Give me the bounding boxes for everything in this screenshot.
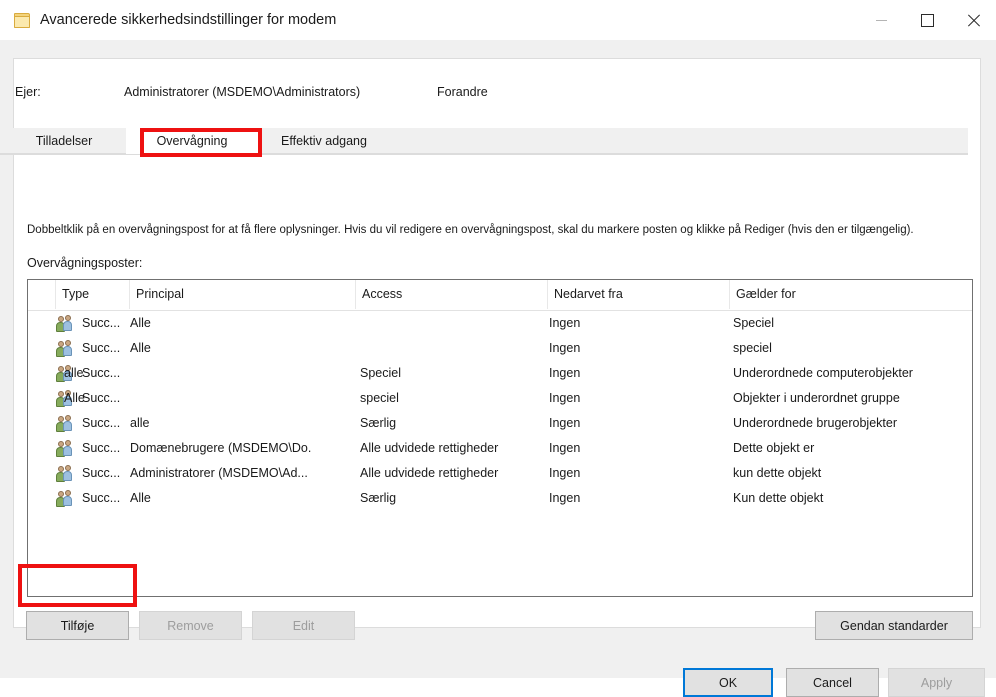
cell-inherited-from: Ingen <box>549 391 581 405</box>
window-body: Ejer: Administratorer (MSDEMO\Administra… <box>0 40 996 697</box>
cell-type: Succ... <box>82 316 121 330</box>
table-row[interactable]: Succ... alle Særlig Ingen Underordnede bruge… <box>28 411 972 436</box>
tab-effektiv-adgang[interactable]: Effektiv adgang <box>260 128 388 154</box>
table-row[interactable]: Succ... speciel Ingen Objekter i underordne… <box>28 386 972 411</box>
column-header-icon[interactable] <box>28 280 56 309</box>
owner-row: Ejer: Administratorer (MSDEMO\Administra… <box>0 80 996 110</box>
remove-button: Remove <box>139 611 242 640</box>
cell-access: Særlig <box>360 416 397 430</box>
tab-strip-underline <box>0 153 968 154</box>
cell-principal-overlay: alle <box>64 366 84 380</box>
cell-applies-to: Underordnede computerobjekter <box>733 366 913 380</box>
users-icon <box>56 315 78 332</box>
cell-type: Succ... <box>82 491 121 505</box>
table-header-row: Type Principal Access Nedarvet fra Gælde… <box>28 280 972 311</box>
apply-button: Apply <box>888 668 985 697</box>
cell-inherited-from: Ingen <box>549 441 581 455</box>
cell-inherited-from: Ingen <box>549 366 581 380</box>
users-icon <box>56 440 78 457</box>
add-button[interactable]: Tilføje <box>26 611 129 640</box>
cell-type: Succ... <box>82 441 121 455</box>
cell-principal: alle <box>130 416 150 430</box>
tab-tilladelser[interactable]: Tilladelser <box>6 128 122 154</box>
audit-entries-list[interactable]: Type Principal Access Nedarvet fra Gælde… <box>27 279 973 597</box>
close-button[interactable] <box>950 0 996 40</box>
window-title: Avancerede sikkerhedsindstillinger for m… <box>40 12 337 28</box>
users-icon <box>56 415 78 432</box>
column-header-type[interactable]: Type <box>56 280 130 309</box>
maximize-button[interactable] <box>904 0 950 40</box>
close-icon <box>967 14 980 27</box>
cell-principal-overlay: Alle <box>64 391 85 405</box>
table-row[interactable]: Succ... Alle Ingen Speciel <box>28 311 972 336</box>
cell-principal: Alle <box>130 341 151 355</box>
cell-type: Succ... <box>82 341 121 355</box>
maximize-icon <box>920 13 934 27</box>
cell-applies-to: Kun dette objekt <box>733 491 824 505</box>
column-header-applies-to[interactable]: Gælder for <box>730 280 972 309</box>
cell-inherited-from: Ingen <box>549 416 581 430</box>
window-controls <box>858 0 996 40</box>
cell-applies-to: Dette objekt er <box>733 441 815 455</box>
instruction-text: Dobbeltklik på en overvågningspost for a… <box>27 224 914 236</box>
table-row[interactable]: Succ... Alle Særlig Ingen Kun dette objekt <box>28 486 972 511</box>
cell-access: Alle udvidede rettigheder <box>360 466 499 480</box>
cell-type: Succ... <box>82 366 121 380</box>
column-header-principal[interactable]: Principal <box>130 280 356 309</box>
minimize-button[interactable] <box>858 0 904 40</box>
edit-button: Edit <box>252 611 355 640</box>
restore-defaults-button[interactable]: Gendan standarder <box>815 611 973 640</box>
cell-principal: Alle <box>130 491 151 505</box>
minimize-icon <box>875 19 887 21</box>
cell-applies-to: Objekter i underordnet gruppe <box>733 391 900 405</box>
cell-type: Succ... <box>82 416 121 430</box>
users-icon <box>56 490 78 507</box>
cell-access: Alle udvidede rettigheder <box>360 441 499 455</box>
table-row[interactable]: Succ... Speciel Ingen Underordnede computer… <box>28 361 972 386</box>
cell-type: Succ... <box>82 466 121 480</box>
cell-applies-to: kun dette objekt <box>733 466 822 480</box>
cell-principal: Domænebrugere (MSDEMO\Do. <box>130 441 312 455</box>
table-body: Succ... Alle Ingen Speciel Succ... Alle Ingen s… <box>28 311 972 511</box>
cell-access: Særlig <box>360 491 397 505</box>
list-caption: Overvågningsposter: <box>27 256 143 270</box>
title-bar: Avancerede sikkerhedsindstillinger for m… <box>0 0 996 41</box>
users-icon <box>56 340 78 357</box>
table-row[interactable]: Succ... Alle Ingen speciel <box>28 336 972 361</box>
owner-value: Administratorer (MSDEMO\Administrators) <box>124 85 361 99</box>
column-header-inherited[interactable]: Nedarvet fra <box>548 280 730 309</box>
ok-button[interactable]: OK <box>683 668 773 697</box>
cell-principal: Administratorer (MSDEMO\Ad... <box>130 466 308 480</box>
tab-strip: Tilladelser Overvågning Effektiv adgang <box>0 128 968 155</box>
cell-applies-to: Underordnede brugerobjekter <box>733 416 897 430</box>
column-header-access[interactable]: Access <box>356 280 548 309</box>
cell-applies-to: Speciel <box>733 316 774 330</box>
tab-overvaagning[interactable]: Overvågning <box>126 128 258 154</box>
cell-type: Succ... <box>82 391 121 405</box>
folder-icon <box>13 12 30 28</box>
owner-label: Ejer: <box>15 85 41 99</box>
cell-applies-to: speciel <box>733 341 772 355</box>
cell-inherited-from: Ingen <box>549 491 581 505</box>
table-row[interactable]: Succ... Domænebrugere (MSDEMO\Do. Alle udv… <box>28 436 972 461</box>
cell-inherited-from: Ingen <box>549 316 581 330</box>
cell-access: speciel <box>360 391 399 405</box>
cancel-button[interactable]: Cancel <box>786 668 879 697</box>
cell-principal: Alle <box>130 316 151 330</box>
cell-inherited-from: Ingen <box>549 466 581 480</box>
table-row[interactable]: Succ... Administratorer (MSDEMO\Ad... Alle… <box>28 461 972 486</box>
cell-access: Speciel <box>360 366 401 380</box>
cell-inherited-from: Ingen <box>549 341 581 355</box>
users-icon <box>56 465 78 482</box>
owner-change-link[interactable]: Forandre <box>437 85 488 99</box>
